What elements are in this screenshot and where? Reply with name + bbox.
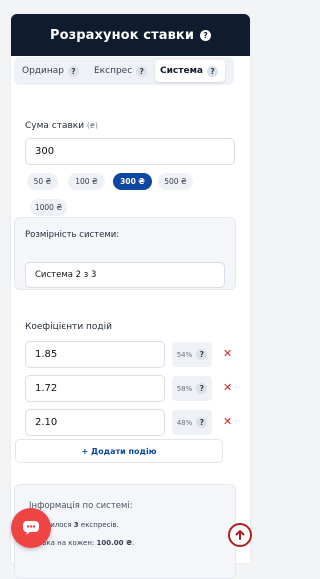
help-icon[interactable]: ? [67, 65, 79, 77]
probability-badge: 54% ? [172, 342, 212, 367]
tab-label: Експрес [94, 66, 133, 76]
quick-amount-500[interactable]: 500 ₴ [158, 173, 193, 190]
tab-single[interactable]: Ординар ? [17, 60, 89, 82]
quick-amount-100[interactable]: 100 ₴ [68, 173, 105, 190]
tab-express[interactable]: Експрес ? [89, 60, 155, 82]
help-icon[interactable]: ? [196, 383, 208, 394]
quick-amount-50[interactable]: 50 ₴ [27, 173, 58, 190]
probability-value: 58% [176, 384, 193, 393]
help-icon[interactable]: ? [196, 349, 208, 360]
odds-value: 1.72 [35, 383, 58, 394]
stake-unit: (₴) [86, 122, 98, 130]
system-value: Система 2 з 3 [35, 270, 97, 280]
help-icon[interactable]: ? [200, 29, 212, 41]
page-title: Розрахунок ставки [49, 27, 195, 43]
tab-label: Ординар [22, 66, 64, 76]
scroll-to-top-button[interactable] [228, 523, 252, 547]
calculator-header: Розрахунок ставки ? [11, 14, 250, 56]
odds-input[interactable]: 1.85 [25, 341, 165, 368]
info-stake-post: . [131, 539, 135, 547]
bet-type-tabs: Ординар ? Експрес ? Система ? [14, 57, 234, 85]
info-stake-amount: 100.00 ₴ [96, 539, 132, 547]
stake-value: 300 [35, 146, 55, 157]
system-label: Розмірність системи: [25, 230, 120, 240]
chat-bubble-icon [23, 521, 39, 535]
events-label: Коефіцієнти подій [25, 322, 112, 332]
quick-amount-300[interactable]: 300 ₴ [113, 173, 152, 190]
odds-value: 2.10 [35, 417, 58, 428]
probability-value: 48% [176, 418, 193, 427]
help-icon[interactable]: ? [196, 417, 208, 428]
quick-amount-1000[interactable]: 1000 ₴ [30, 199, 67, 216]
system-panel: Розмірність системи: Система 2 з 3 [14, 217, 236, 290]
system-select[interactable]: Система 2 з 3 [25, 262, 225, 288]
remove-event-button[interactable]: ✕ [223, 381, 232, 394]
info-combos-post: експресів. [78, 521, 119, 529]
remove-event-button[interactable]: ✕ [223, 347, 232, 360]
tab-label: Система [160, 66, 203, 76]
odds-input[interactable]: 2.10 [25, 409, 165, 436]
info-title: Інформація по системі: [29, 501, 133, 511]
stake-label-text: Сума ставки [25, 121, 85, 131]
arrow-up-icon [235, 530, 245, 540]
stake-label: Сума ставки (₴) [25, 121, 98, 131]
odds-value: 1.85 [35, 349, 58, 360]
stake-input[interactable]: 300 [25, 138, 235, 165]
probability-badge: 58% ? [172, 376, 212, 401]
probability-value: 54% [176, 350, 193, 359]
add-event-button[interactable]: + Додати подію [15, 439, 223, 463]
chat-button[interactable] [11, 508, 51, 548]
remove-event-button[interactable]: ✕ [223, 415, 232, 428]
odds-input[interactable]: 1.72 [25, 375, 165, 402]
probability-badge: 48% ? [172, 410, 212, 435]
tab-system[interactable]: Система ? [155, 60, 225, 82]
help-icon[interactable]: ? [136, 65, 148, 77]
help-icon[interactable]: ? [207, 65, 218, 77]
